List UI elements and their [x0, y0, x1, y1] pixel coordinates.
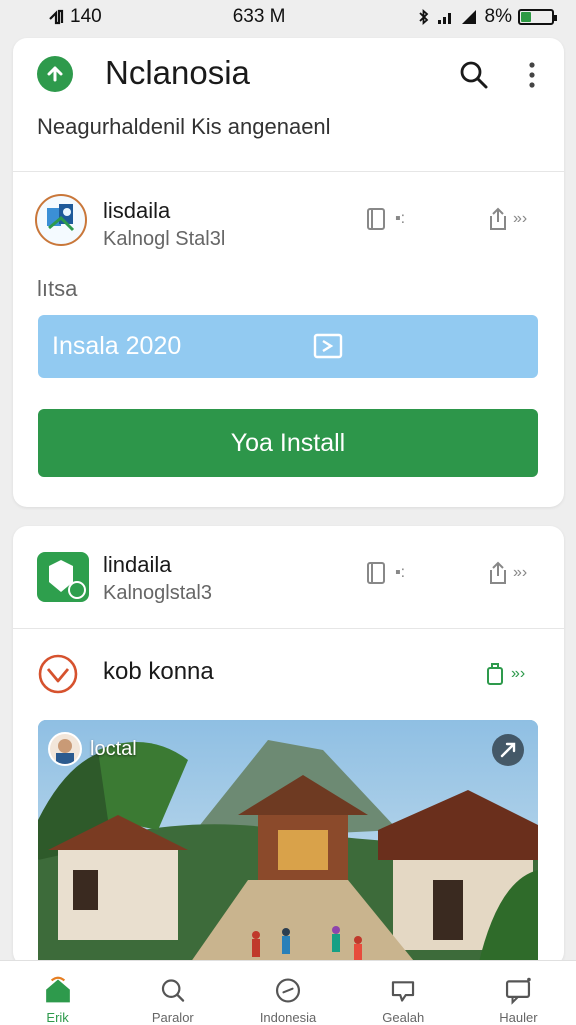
app-name: lindaila — [103, 552, 172, 577]
cell-signal-icon — [437, 13, 451, 24]
version-field-value: Insala 2020 — [52, 332, 182, 360]
share-icon — [490, 207, 506, 230]
search-icon[interactable] — [457, 58, 491, 92]
signal-icon — [49, 9, 64, 25]
app-subtitle: Kalnogl Stal3l — [103, 228, 226, 250]
nav-label: Hauler — [499, 1010, 538, 1025]
bookmark-icon — [367, 562, 385, 584]
battery-text: 8% — [484, 6, 512, 27]
app-name: lisdaila — [103, 198, 171, 223]
divider — [13, 628, 564, 629]
message-icon — [506, 977, 532, 1005]
app-row[interactable]: lindaila Kalnoglstal3 ▪: »› — [13, 526, 564, 622]
app-icon — [37, 552, 89, 602]
expand-icon[interactable] — [492, 734, 524, 766]
share-control[interactable]: »› — [487, 560, 527, 586]
app-subtitle: Kalnoglstal3 — [103, 582, 212, 604]
nav-item-gealah[interactable]: Gealah — [346, 961, 461, 1025]
page-title: Nclanosia — [105, 54, 250, 91]
status-left-text: 140 — [70, 6, 102, 27]
search-icon — [161, 979, 185, 1002]
home-icon — [45, 976, 70, 1003]
status-time: 633 M — [232, 6, 286, 27]
bookmark-label: ▪: — [395, 564, 406, 581]
app-header: Nclanosia Neagurhaldenil Kis angenaenl — [13, 38, 564, 172]
compass-icon — [275, 978, 301, 1003]
status-right: 8% — [417, 6, 557, 28]
chat-icon — [392, 981, 415, 1002]
status-bar: 140 633 M 8% — [0, 0, 576, 34]
feed-card: lindaila Kalnoglstal3 ▪: »› kob konna »›… — [13, 526, 564, 966]
heart-icon — [37, 653, 79, 695]
bluetooth-icon — [418, 9, 428, 25]
photo-label: loctal — [90, 738, 137, 760]
battery-icon — [517, 9, 557, 25]
edit-icon[interactable] — [312, 330, 344, 362]
avatar[interactable] — [48, 732, 82, 766]
more-vertical-icon[interactable] — [521, 58, 543, 92]
nav-item-home[interactable]: Erik — [0, 961, 115, 1025]
post-share-label: »› — [511, 665, 526, 682]
post-title: kob konna — [103, 658, 214, 685]
share-icon — [487, 663, 503, 685]
app-card: Nclanosia Neagurhaldenil Kis angenaenl l… — [13, 38, 564, 507]
share-label: »› — [513, 564, 528, 581]
nav-item-indonesia[interactable]: Indonesia — [230, 961, 345, 1025]
nav-label: Gealah — [382, 1010, 425, 1025]
up-arrow-icon[interactable] — [37, 56, 73, 92]
status-left: 140 — [48, 6, 102, 28]
app-icon — [35, 194, 87, 246]
bookmark-label: ▪: — [395, 210, 406, 227]
section-label: lıtsa — [37, 276, 78, 301]
bottom-nav: Erik Paralor Indonesia Gealah Hauler — [0, 960, 576, 1025]
bookmark-icon — [367, 208, 385, 230]
page-subtitle: Neagurhaldenil Kis angenaenl — [37, 114, 331, 139]
nav-label: Erik — [46, 1010, 69, 1025]
battery-fill — [520, 12, 531, 22]
nav-item-hauler[interactable]: Hauler — [461, 961, 576, 1025]
app-row[interactable]: lisdaila Kalnogl Stal3l ▪: »› — [13, 172, 564, 268]
share-icon — [490, 561, 506, 584]
install-button[interactable]: Yoa Install — [38, 409, 538, 477]
bookmark-control[interactable]: ▪: — [365, 206, 405, 232]
wifi-signal-icon — [461, 10, 476, 24]
nav-label: Indonesia — [259, 1010, 317, 1025]
share-control[interactable]: »› — [487, 206, 527, 232]
post-share-control[interactable]: »› — [485, 662, 525, 686]
post-photo[interactable]: loctal — [38, 720, 538, 966]
version-field[interactable]: Insala 2020 — [38, 315, 538, 378]
bookmark-control[interactable]: ▪: — [365, 560, 405, 586]
nav-label: Paralor — [151, 1010, 194, 1025]
share-label: »› — [513, 210, 528, 227]
nav-item-search[interactable]: Paralor — [115, 961, 230, 1025]
